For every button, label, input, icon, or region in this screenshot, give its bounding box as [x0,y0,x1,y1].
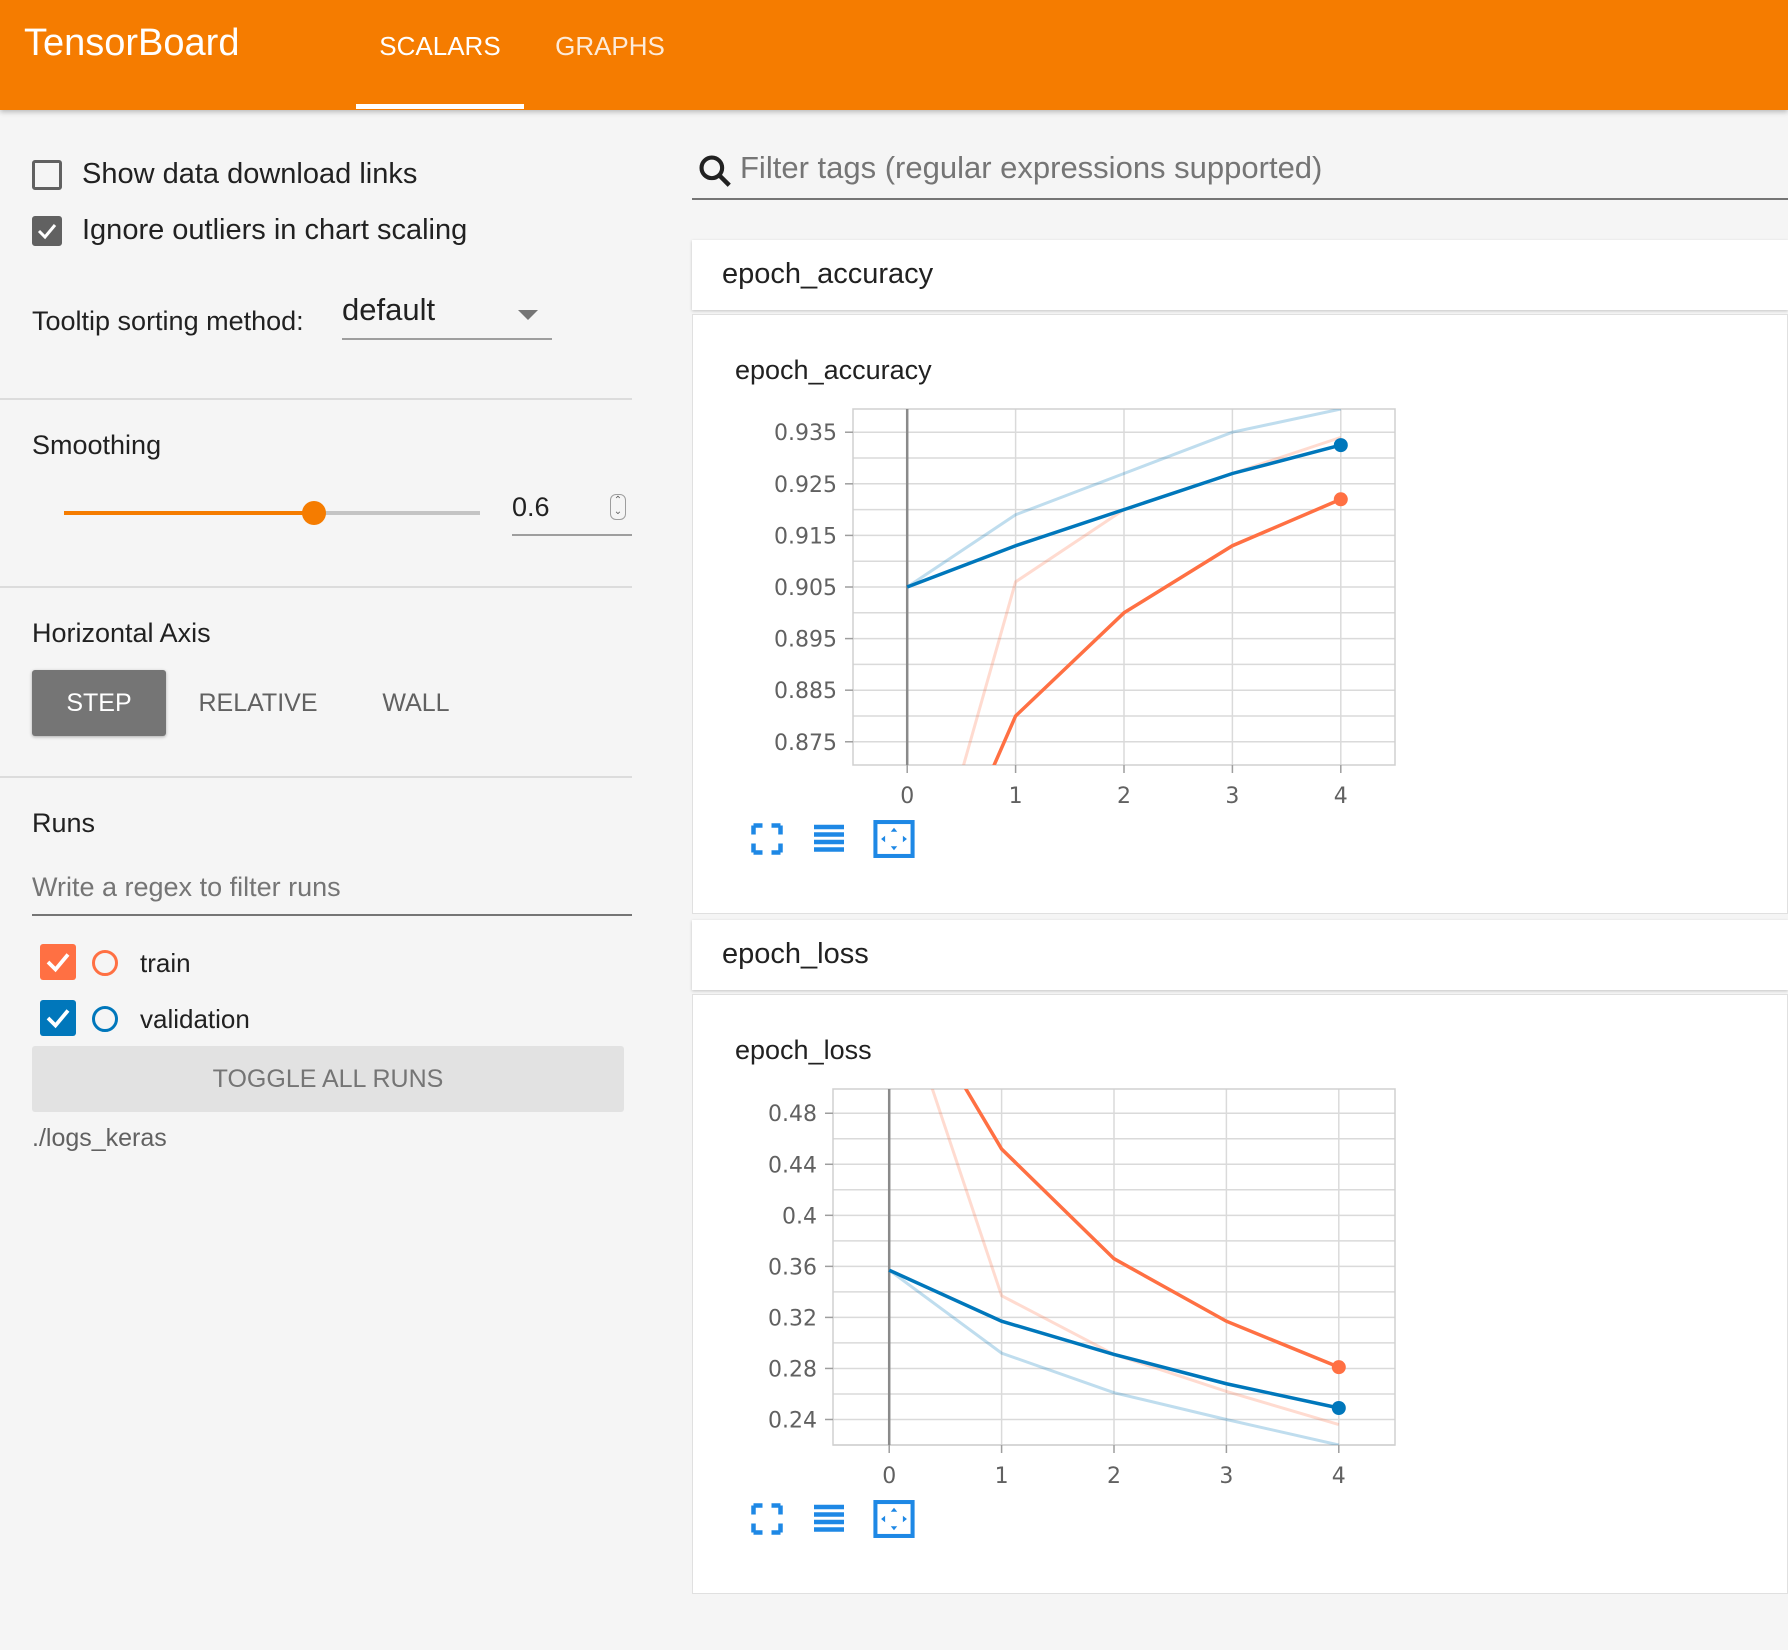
smoothing-slider-fill [64,511,314,515]
y-tick-label: 0.935 [774,421,837,446]
x-tick-label: 0 [900,784,914,809]
run-train-checkbox[interactable] [40,944,76,980]
ignore-outliers-row: Ignore outliers in chart scaling [32,214,467,247]
horizontal-axis-title: Horizontal Axis [32,618,211,648]
logdir-label: ./logs_keras [32,1124,167,1152]
show-download-links-checkbox[interactable] [32,159,62,190]
search-icon [699,155,731,187]
y-tick-label: 0.4 [782,1204,817,1229]
y-tick-label: 0.895 [774,628,837,653]
accuracy-chart[interactable]: 0.875 0.885 0.895 0.905 0.915 0.925 0.935 0 1 2 3 4 [693,315,1788,915]
y-tick-label: 0.36 [768,1255,817,1280]
active-tab-indicator [356,104,524,109]
smoothing-title: Smoothing [32,430,162,460]
runs-title: Runs [32,808,96,838]
spinner-icon[interactable]: ⌃ ⌄ [610,494,626,520]
series-endpoint-validation [1333,438,1348,453]
tooltip-sorting-label: Tooltip sorting method: [32,306,304,336]
x-tick-label: 0 [882,1464,896,1489]
series-endpoint-train [1333,492,1348,507]
checkmark-icon [46,953,70,973]
tag-filter-input[interactable]: Filter tags (regular expressions support… [692,140,1788,200]
checkmark-icon [37,223,57,239]
toggle-y-log-icon[interactable] [811,821,847,857]
y-tick-label: 0.32 [768,1306,817,1331]
smoothing-slider[interactable] [64,501,480,525]
axis-step-button[interactable]: STEP [32,670,166,736]
axis-relative-button[interactable]: RELATIVE [182,670,334,736]
divider [0,586,632,588]
checkmark-icon [46,1009,70,1029]
tooltip-sorting-value: default [342,292,436,327]
divider [0,398,632,400]
category-title: epoch_accuracy [722,258,934,290]
tab-graphs[interactable]: GRAPHS [540,0,680,110]
fullscreen-icon[interactable] [749,1501,785,1537]
y-tick-label: 0.875 [774,731,837,756]
runs-filter-input[interactable]: Write a regex to filter runs [32,862,632,916]
x-tick-label: 3 [1219,1464,1233,1489]
chevron-down-icon [518,310,538,320]
x-tick-label: 2 [1107,1464,1121,1489]
y-tick-label: 0.28 [768,1357,817,1382]
fit-domain-icon[interactable] [873,1499,915,1539]
y-tick-label: 0.24 [768,1408,817,1433]
y-tick-label: 0.925 [774,473,837,498]
sidebar: Show data download links Ignore outliers… [0,110,640,1650]
x-tick-label: 4 [1334,784,1348,809]
ignore-outliers-checkbox[interactable] [32,215,62,246]
tooltip-sorting-dropdown[interactable]: default [342,292,552,340]
tab-scalars[interactable]: SCALARS [356,0,524,110]
x-tick-label: 3 [1225,784,1239,809]
app-title: TensorBoard [24,22,240,64]
category-header-epoch-accuracy[interactable]: epoch_accuracy [692,240,1788,310]
run-train-color-icon [92,950,118,976]
axis-wall-button[interactable]: WALL [358,670,474,736]
fullscreen-icon[interactable] [749,821,785,857]
smoothing-value: 0.6 [512,492,550,522]
series-endpoint-validation [1331,1400,1346,1415]
category-title: epoch_loss [722,938,869,970]
x-tick-label: 2 [1117,784,1131,809]
fit-domain-icon[interactable] [873,819,915,859]
y-tick-label: 0.915 [774,524,837,549]
show-download-links-row: Show data download links [32,158,417,191]
tag-filter-placeholder: Filter tags (regular expressions support… [740,150,1323,185]
run-validation-label: validation [140,1004,250,1034]
smoothing-value-input[interactable]: 0.6 ⌃ ⌄ [512,486,632,536]
series-endpoint-train [1331,1360,1346,1375]
category-header-epoch-loss[interactable]: epoch_loss [692,920,1788,990]
run-validation-checkbox[interactable] [40,1000,76,1036]
x-tick-label: 4 [1332,1464,1346,1489]
smoothing-slider-thumb[interactable] [301,501,326,525]
run-train-label: train [140,948,191,978]
divider [0,776,632,778]
toggle-all-runs-button[interactable]: TOGGLE ALL RUNS [32,1046,624,1112]
x-tick-label: 1 [995,1464,1009,1489]
y-tick-label: 0.905 [774,576,837,601]
y-tick-label: 0.48 [768,1102,817,1127]
show-download-links-label: Show data download links [82,158,418,190]
chart-card-epoch-loss: epoch_loss 0.48 0.44 0.4 0.36 0.32 0.28 0.24 0 1… [692,994,1788,1594]
runs-filter-placeholder: Write a regex to filter runs [32,872,341,902]
top-app-bar: TensorBoard SCALARS GRAPHS [0,0,1788,110]
run-validation-color-icon [92,1006,118,1032]
x-tick-label: 1 [1009,784,1023,809]
toggle-y-log-icon[interactable] [811,1501,847,1537]
ignore-outliers-label: Ignore outliers in chart scaling [82,214,468,246]
y-tick-label: 0.885 [774,679,837,704]
y-tick-label: 0.44 [768,1153,817,1178]
chart-card-epoch-accuracy: epoch_accuracy 0.875 0.885 0.895 0.905 0.915… [692,314,1788,914]
loss-chart[interactable]: 0.48 0.44 0.4 0.36 0.32 0.28 0.24 0 1 2 3 4 [693,995,1788,1595]
